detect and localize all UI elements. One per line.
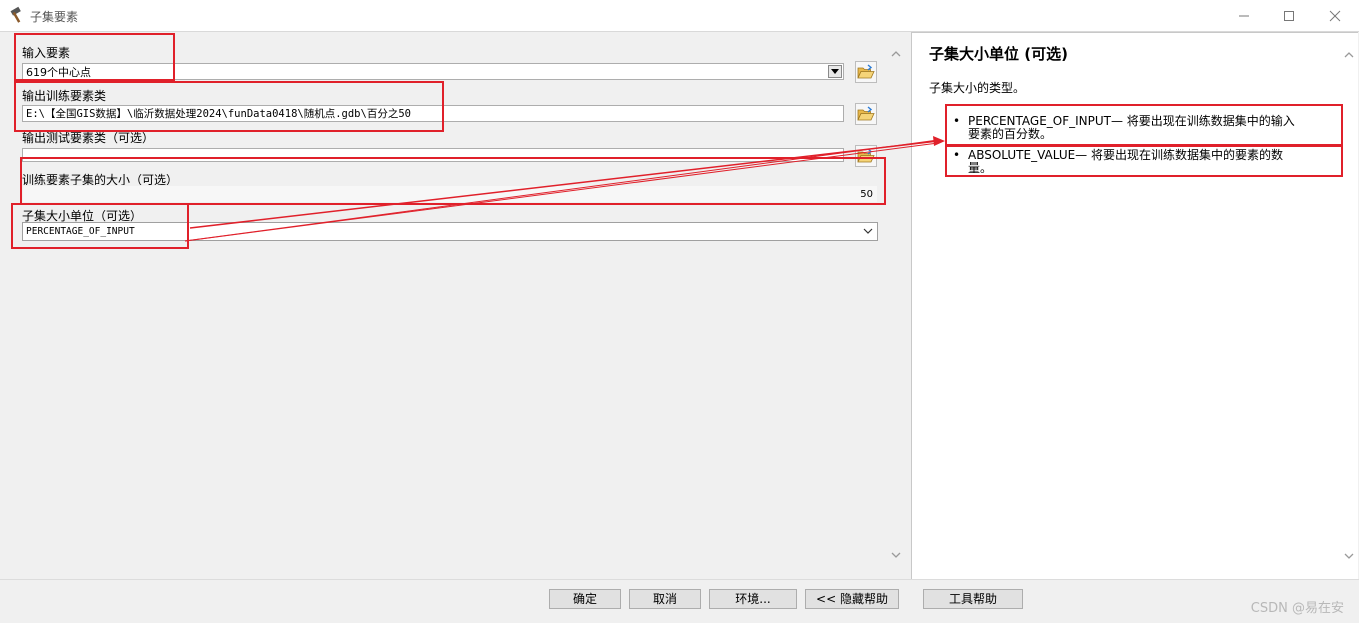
open-folder-icon	[857, 64, 875, 79]
button-bar: 确定 取消 环境... << 隐藏帮助 工具帮助 CSDN @易在安	[0, 579, 1359, 623]
tool-help-button[interactable]: 工具帮助	[923, 589, 1023, 609]
open-folder-icon	[857, 106, 875, 121]
title-bar: 子集要素	[0, 0, 1359, 32]
chevron-down-icon[interactable]	[1344, 553, 1354, 560]
chevron-down-icon	[863, 228, 873, 234]
input-features-dropdown-button[interactable]	[828, 65, 842, 78]
help-title: 子集大小单位 (可选)	[929, 45, 1068, 63]
parameters-scrollbar[interactable]	[888, 32, 904, 578]
watermark: CSDN @易在安	[1250, 601, 1344, 616]
output-train-browse-button[interactable]	[855, 103, 877, 125]
chevron-down-icon[interactable]	[891, 552, 901, 559]
help-description: 子集大小的类型。	[929, 81, 1026, 95]
close-button[interactable]	[1312, 0, 1358, 31]
maximize-button[interactable]	[1266, 0, 1312, 31]
ok-button[interactable]: 确定	[549, 589, 621, 609]
input-features-browse-button[interactable]	[855, 61, 877, 83]
maximize-icon	[1284, 10, 1294, 21]
help-scrollbar[interactable]	[1341, 33, 1357, 579]
chevron-down-icon	[831, 69, 839, 74]
annotation-box	[945, 145, 1343, 177]
annotation-box	[20, 157, 886, 205]
hide-help-button[interactable]: << 隐藏帮助	[805, 589, 899, 609]
chevron-up-icon[interactable]	[1344, 51, 1354, 58]
hammer-icon	[10, 6, 21, 23]
annotation-box	[14, 81, 444, 132]
close-icon	[1329, 10, 1341, 21]
environments-button[interactable]: 环境...	[709, 589, 797, 609]
window-title: 子集要素	[30, 10, 79, 24]
chevron-up-icon[interactable]	[891, 50, 901, 57]
annotation-box	[11, 203, 189, 249]
annotation-box	[14, 33, 175, 81]
minimize-icon	[1239, 15, 1249, 16]
cancel-button[interactable]: 取消	[629, 589, 701, 609]
minimize-button[interactable]	[1221, 0, 1267, 31]
annotation-box	[945, 104, 1343, 146]
